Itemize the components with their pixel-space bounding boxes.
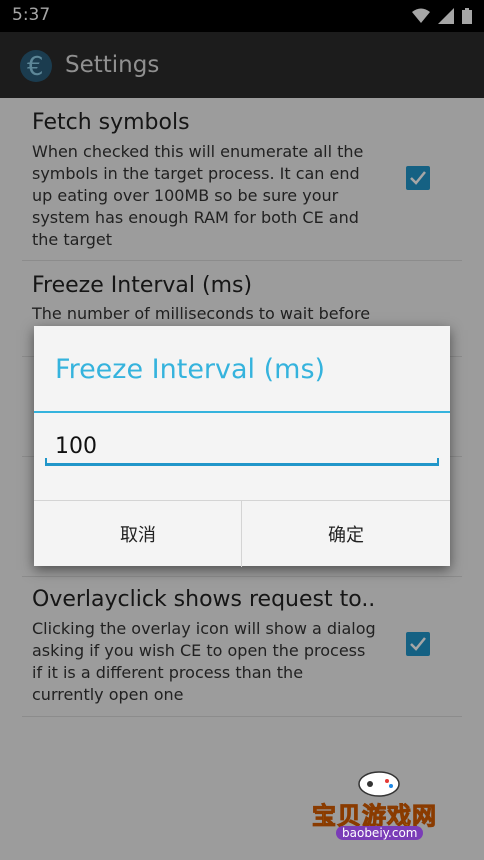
- freeze-interval-dialog: Freeze Interval (ms) 取消 确定: [34, 326, 450, 567]
- dialog-button-row: 取消 确定: [34, 500, 450, 567]
- input-underline-tick: [437, 458, 439, 466]
- input-underline-tick: [45, 458, 47, 466]
- gamepad-icon: [358, 771, 400, 797]
- dialog-title-divider: [34, 411, 450, 413]
- dialog-title: Freeze Interval (ms): [55, 354, 326, 385]
- cancel-button[interactable]: 取消: [34, 501, 242, 567]
- ok-button[interactable]: 确定: [242, 501, 450, 567]
- watermark: 宝贝游戏网 baobeiy.com: [308, 768, 452, 852]
- freeze-interval-input[interactable]: [45, 430, 439, 466]
- watermark-url: baobeiy.com: [336, 826, 424, 840]
